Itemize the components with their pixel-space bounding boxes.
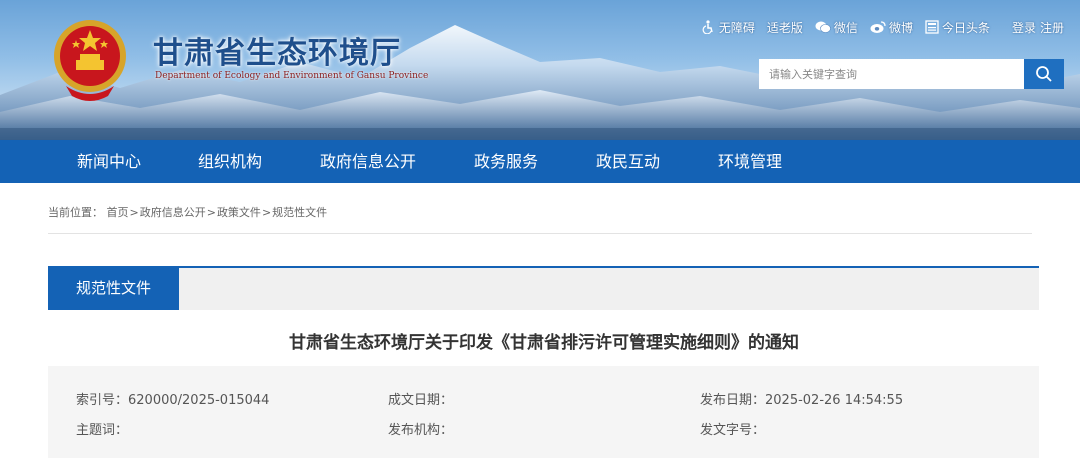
site-subtitle: Department of Ecology and Environment of…: [155, 71, 429, 81]
breadcrumb-gov-info[interactable]: 政府信息公开: [140, 206, 206, 219]
meta-created: 成文日期：: [388, 389, 453, 408]
breadcrumb-home[interactable]: 首页: [107, 206, 129, 219]
nav-item-interaction[interactable]: 政民互动: [596, 140, 660, 183]
nav-item-news[interactable]: 新闻中心: [77, 140, 141, 183]
top-links: 无障碍 适老版 微信 微博 今日头条 登录 注册: [690, 18, 1064, 36]
auth-links: 登录 注册: [1012, 19, 1064, 36]
elderly-mode-link[interactable]: 适老版: [767, 19, 803, 36]
accessibility-label: 无障碍: [718, 20, 755, 35]
meta-subject: 主题词：: [76, 419, 128, 438]
breadcrumb: 当前位置： 首页>政府信息公开>政策文件>规范性文件: [48, 204, 327, 220]
login-link[interactable]: 登录: [1012, 19, 1036, 36]
wechat-link[interactable]: 微信: [815, 19, 858, 36]
meta-docno: 发文字号：: [700, 419, 765, 438]
breadcrumb-prefix: 当前位置：: [48, 206, 103, 219]
meta-index-value: 620000/2025-015044: [128, 393, 270, 408]
wechat-label: 微信: [833, 20, 858, 35]
nav-item-gov-info[interactable]: 政府信息公开: [320, 140, 416, 183]
wechat-icon: [815, 21, 831, 33]
nav-item-environment[interactable]: 环境管理: [718, 140, 782, 183]
breadcrumb-policy[interactable]: 政策文件: [217, 206, 261, 219]
search-button[interactable]: [1024, 59, 1064, 89]
meta-published-label: 发布日期：: [700, 393, 766, 408]
breadcrumb-separator: >: [261, 206, 272, 219]
weibo-label: 微博: [888, 20, 913, 35]
register-link[interactable]: 注册: [1040, 19, 1064, 36]
toutiao-link[interactable]: 今日头条: [925, 19, 990, 36]
accessibility-link[interactable]: 无障碍: [702, 19, 755, 36]
section-tab[interactable]: 规范性文件: [48, 266, 179, 310]
article-title: 甘肃省生态环境厅关于印发《甘肃省排污许可管理实施细则》的通知: [289, 333, 799, 353]
site-title[interactable]: 甘肃省生态环境厅: [153, 28, 401, 72]
breadcrumb-separator: >: [129, 206, 139, 219]
breadcrumb-separator: >: [206, 206, 216, 219]
accessibility-icon: [702, 20, 713, 34]
nav-item-services[interactable]: 政务服务: [474, 140, 538, 183]
elderly-label: 适老版: [766, 20, 803, 35]
main-nav: 新闻中心 组织机构 政府信息公开 政务服务 政民互动 环境管理: [0, 140, 1080, 183]
meta-created-label: 成文日期：: [388, 393, 454, 408]
meta-published: 发布日期：2025-02-26 14:54:55: [700, 389, 903, 408]
search-icon: [1036, 66, 1052, 82]
national-emblem-icon: [54, 20, 126, 101]
weibo-link[interactable]: 微博: [870, 19, 913, 36]
header-banner: 甘肃省生态环境厅 Department of Ecology and Envir…: [0, 0, 1080, 140]
meta-index-label: 索引号：: [76, 393, 129, 408]
search-bar: [759, 59, 1064, 89]
toutiao-icon: [925, 20, 939, 34]
meta-subject-label: 主题词：: [76, 423, 129, 438]
meta-published-value: 2025-02-26 14:54:55: [765, 393, 904, 408]
meta-issuer-label: 发布机构：: [388, 423, 454, 438]
breadcrumb-divider: [48, 233, 1032, 234]
nav-item-organization[interactable]: 组织机构: [198, 140, 262, 183]
search-input[interactable]: [759, 59, 1024, 89]
section-header-bar: [48, 266, 1039, 310]
toutiao-label: 今日头条: [941, 20, 990, 35]
article-meta-panel: 索引号：620000/2025-015044 成文日期： 发布日期：2025-0…: [48, 366, 1039, 458]
weibo-icon: [870, 21, 886, 33]
meta-issuer: 发布机构：: [388, 419, 453, 438]
meta-index: 索引号：620000/2025-015044: [76, 389, 269, 408]
meta-docno-label: 发文字号：: [700, 423, 766, 438]
breadcrumb-normative[interactable]: 规范性文件: [272, 206, 327, 219]
